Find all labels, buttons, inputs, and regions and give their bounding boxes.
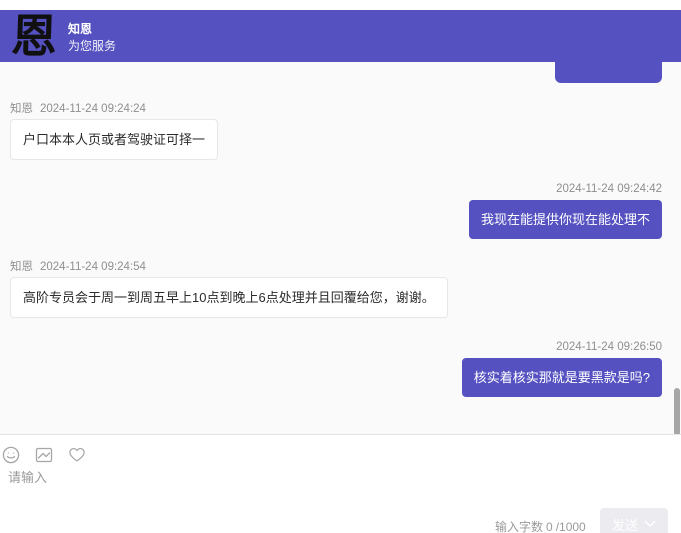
agent-subtitle: 为您服务 xyxy=(68,38,116,55)
agent-message-bubble: 高阶专员会于周一到周五早上10点到晚上6点处理并且回覆给您，谢谢。 xyxy=(10,277,448,318)
message-meta: 2024-11-24 09:26:50 xyxy=(556,341,662,354)
chat-widget-window: 恩 知恩 为您服务 知恩 2024-11-24 09:24:24 户口本本人页或者… xyxy=(0,0,681,533)
heart-icon[interactable] xyxy=(68,446,86,464)
image-icon[interactable] xyxy=(35,446,53,464)
message-input[interactable]: 请输入 xyxy=(8,469,568,493)
send-button-label: 发送 xyxy=(612,515,638,533)
header-texts: 知恩 为您服务 xyxy=(68,21,116,55)
message-time: 2024-11-24 09:24:54 xyxy=(40,261,146,273)
char-counter: 输入字数0/1000 xyxy=(495,518,589,533)
brand-logo: 恩 xyxy=(7,11,61,63)
user-message-bubble: 我现在能提供你现在能处理不 xyxy=(469,200,662,239)
message-time: 2024-11-24 09:26:50 xyxy=(556,341,662,353)
agent-name-title: 知恩 xyxy=(68,21,116,37)
composer: 请输入 输入字数0/1000 发送 xyxy=(0,434,681,533)
chevron-down-icon[interactable] xyxy=(644,520,656,528)
send-button[interactable]: 发送 xyxy=(600,508,668,533)
sender-name: 知恩 xyxy=(10,103,33,115)
user-message-bubble: 核实着核实那就是要黑款是吗? xyxy=(462,358,662,397)
message-time: 2024-11-24 09:24:42 xyxy=(556,183,662,195)
char-count-value: 0 xyxy=(546,520,553,533)
char-counter-label: 输入字数 xyxy=(495,520,543,533)
partial-user-bubble xyxy=(555,62,662,83)
top-white-strip xyxy=(0,0,681,10)
message-meta: 知恩 2024-11-24 09:24:24 xyxy=(10,103,146,116)
chat-message-area: 知恩 2024-11-24 09:24:24 户口本本人页或者驾驶证可择一 202… xyxy=(0,62,681,434)
agent-message-bubble: 户口本本人页或者驾驶证可择一 xyxy=(10,119,218,160)
scrollbar-thumb[interactable] xyxy=(674,388,680,436)
composer-toolbar xyxy=(2,446,86,464)
sender-name: 知恩 xyxy=(10,261,33,273)
message-meta: 知恩 2024-11-24 09:24:54 xyxy=(10,261,146,274)
message-meta: 2024-11-24 09:24:42 xyxy=(556,183,662,196)
char-count-limit: /1000 xyxy=(556,520,586,533)
message-time: 2024-11-24 09:24:24 xyxy=(40,103,146,115)
emoji-icon[interactable] xyxy=(2,446,20,464)
